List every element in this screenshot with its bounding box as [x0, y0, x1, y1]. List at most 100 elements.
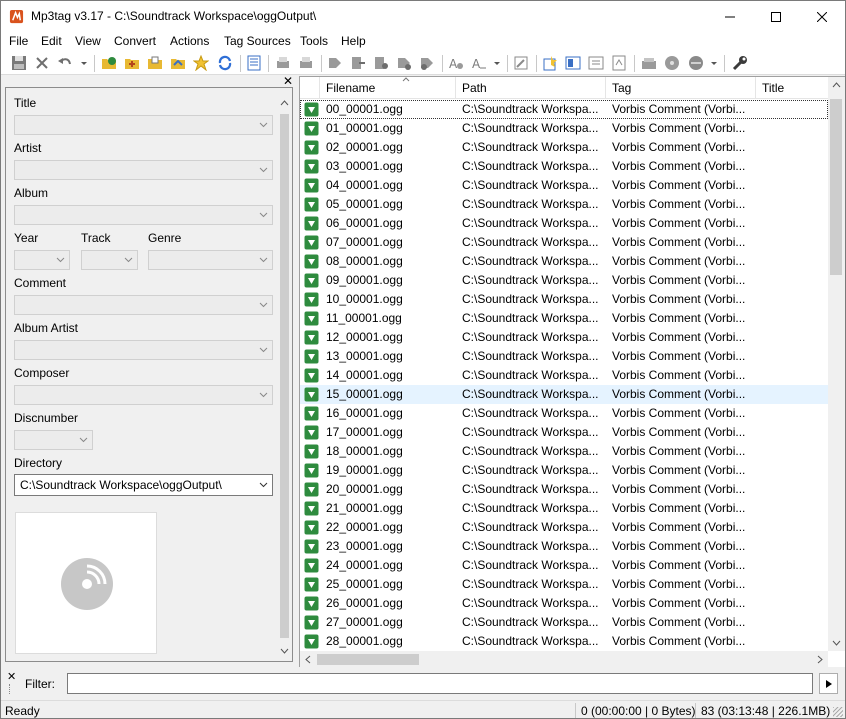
discnumber-field[interactable]	[14, 430, 93, 450]
table-row[interactable]: 22_00001.ogg C:\Soundtrack Workspa... Vorb…	[300, 518, 828, 537]
scroll-left-icon[interactable]	[300, 651, 317, 668]
table-row[interactable]: 02_00001.ogg C:\Soundtrack Workspa... Vorb…	[300, 138, 828, 157]
table-row[interactable]: 12_00001.ogg C:\Soundtrack Workspa... Vorb…	[300, 328, 828, 347]
remove-tag-icon[interactable]	[34, 55, 50, 71]
musicbrainz-icon[interactable]	[664, 55, 680, 71]
undo-icon[interactable]	[57, 55, 73, 71]
change-directory-icon[interactable]	[101, 55, 117, 71]
vertical-scroll-thumb[interactable]	[830, 99, 842, 275]
actions-icon[interactable]: A	[448, 55, 464, 71]
menu-view[interactable]: View	[75, 34, 101, 48]
header-tag[interactable]: Tag	[606, 77, 756, 99]
directory-field[interactable]: C:\Soundtrack Workspace\oggOutput\	[14, 474, 273, 496]
favorites-icon[interactable]	[193, 55, 209, 71]
scroll-down-icon[interactable]	[828, 634, 845, 651]
table-row[interactable]: 28_00001.ogg C:\Soundtrack Workspa... Vorb…	[300, 632, 828, 651]
table-row[interactable]: 09_00001.ogg C:\Soundtrack Workspa... Vorb…	[300, 271, 828, 290]
tag-to-filename-icon[interactable]	[327, 55, 343, 71]
table-row[interactable]: 17_00001.ogg C:\Soundtrack Workspa... Vorb…	[300, 423, 828, 442]
close-button[interactable]	[799, 1, 845, 32]
export-icon[interactable]	[542, 55, 558, 71]
close-filter-icon[interactable]: ✕	[7, 670, 16, 683]
tag-panel-scroll-thumb[interactable]	[280, 114, 289, 638]
tag-sources-icon[interactable]	[688, 55, 704, 71]
title-bar[interactable]: Mp3tag v3.17 - C:\Soundtrack Workspace\o…	[1, 1, 845, 32]
apply-filter-button[interactable]	[819, 673, 838, 694]
header-filename[interactable]: Filename	[320, 77, 456, 99]
menu-help[interactable]: Help	[341, 34, 366, 48]
horizontal-scroll-thumb[interactable]	[317, 654, 419, 665]
table-row[interactable]: 26_00001.ogg C:\Soundtrack Workspa... Vorb…	[300, 594, 828, 613]
table-row[interactable]: 06_00001.ogg C:\Soundtrack Workspa... Vorb…	[300, 214, 828, 233]
table-row[interactable]: 15_00001.ogg C:\Soundtrack Workspa... Vorb…	[300, 385, 828, 404]
close-panel-icon[interactable]: ✕	[283, 75, 293, 87]
composer-field[interactable]	[14, 385, 273, 405]
header-title[interactable]: Title	[756, 77, 828, 99]
track-field[interactable]	[81, 250, 138, 270]
table-row[interactable]: 00_00001.ogg C:\Soundtrack Workspa... Vorb…	[300, 100, 828, 119]
table-row[interactable]: 21_00001.ogg C:\Soundtrack Workspa... Vorb…	[300, 499, 828, 518]
menu-edit[interactable]: Edit	[41, 34, 62, 48]
table-row[interactable]: 13_00001.ogg C:\Soundtrack Workspa... Vorb…	[300, 347, 828, 366]
text-file-to-tag-icon[interactable]	[419, 55, 435, 71]
header-path[interactable]: Path	[456, 77, 606, 99]
autonumber-icon[interactable]	[513, 55, 529, 71]
table-row[interactable]: 08_00001.ogg C:\Soundtrack Workspa... Vorb…	[300, 252, 828, 271]
table-row[interactable]: 18_00001.ogg C:\Soundtrack Workspa... Vorb…	[300, 442, 828, 461]
resize-grip-icon[interactable]	[833, 707, 843, 717]
table-row[interactable]: 24_00001.ogg C:\Soundtrack Workspa... Vorb…	[300, 556, 828, 575]
table-row[interactable]: 23_00001.ogg C:\Soundtrack Workspa... Vorb…	[300, 537, 828, 556]
table-row[interactable]: 01_00001.ogg C:\Soundtrack Workspa... Vorb…	[300, 119, 828, 138]
table-row[interactable]: 27_00001.ogg C:\Soundtrack Workspa... Vorb…	[300, 613, 828, 632]
refresh-icon[interactable]	[217, 55, 233, 71]
tag-panel-icon[interactable]	[246, 55, 262, 71]
file-list-horizontal-scrollbar[interactable]	[300, 651, 828, 668]
table-row[interactable]: 20_00001.ogg C:\Soundtrack Workspa... Vorb…	[300, 480, 828, 499]
batch-icon[interactable]	[588, 55, 604, 71]
save-playlist-icon[interactable]	[170, 55, 186, 71]
scroll-up-icon[interactable]	[828, 77, 845, 94]
minimize-button[interactable]	[707, 1, 753, 32]
cover-art[interactable]	[15, 512, 157, 654]
genre-field[interactable]	[148, 250, 273, 270]
print-preview-icon[interactable]	[298, 55, 314, 71]
filename-to-filename-icon[interactable]	[373, 55, 389, 71]
table-row[interactable]: 04_00001.ogg C:\Soundtrack Workspa... Vorb…	[300, 176, 828, 195]
scroll-down-icon[interactable]	[277, 644, 292, 658]
year-field[interactable]	[14, 250, 70, 270]
table-row[interactable]: 11_00001.ogg C:\Soundtrack Workspa... Vorb…	[300, 309, 828, 328]
filename-to-tag-icon[interactable]	[350, 55, 366, 71]
grip-icon[interactable]	[9, 684, 12, 694]
file-list-vertical-scrollbar[interactable]	[828, 77, 845, 651]
maximize-button[interactable]	[753, 1, 799, 32]
tag-to-tag-icon[interactable]	[396, 55, 412, 71]
print-icon[interactable]	[275, 55, 291, 71]
table-row[interactable]: 03_00001.ogg C:\Soundtrack Workspa... Vorb…	[300, 157, 828, 176]
options-icon[interactable]	[732, 55, 748, 71]
header-icon-column[interactable]	[300, 77, 320, 99]
table-row[interactable]: 14_00001.ogg C:\Soundtrack Workspa... Vorb…	[300, 366, 828, 385]
table-row[interactable]: 07_00001.ogg C:\Soundtrack Workspa... Vorb…	[300, 233, 828, 252]
artist-field[interactable]	[14, 160, 273, 180]
menu-convert[interactable]: Convert	[114, 34, 156, 48]
save-icon[interactable]	[11, 55, 27, 71]
menu-tools[interactable]: Tools	[300, 34, 328, 48]
tag-panel-scrollbar[interactable]	[277, 96, 292, 661]
actions-quick-icon[interactable]: A	[471, 55, 487, 71]
album-artist-field[interactable]	[14, 340, 273, 360]
menu-file[interactable]: File	[9, 34, 28, 48]
scroll-right-icon[interactable]	[811, 651, 828, 668]
freedb-icon[interactable]	[641, 55, 657, 71]
dropdown-icon[interactable]	[492, 55, 502, 71]
dropdown-icon[interactable]	[79, 55, 89, 71]
album-field[interactable]	[14, 205, 273, 225]
dropdown-icon[interactable]	[709, 55, 719, 71]
scroll-up-icon[interactable]	[277, 96, 292, 110]
menu-actions[interactable]: Actions	[170, 34, 209, 48]
table-row[interactable]: 19_00001.ogg C:\Soundtrack Workspa... Vorb…	[300, 461, 828, 480]
comment-field[interactable]	[14, 295, 273, 315]
table-row[interactable]: 05_00001.ogg C:\Soundtrack Workspa... Vorb…	[300, 195, 828, 214]
table-row[interactable]: 25_00001.ogg C:\Soundtrack Workspa... Vorb…	[300, 575, 828, 594]
table-row[interactable]: 16_00001.ogg C:\Soundtrack Workspa... Vorb…	[300, 404, 828, 423]
convert-icon[interactable]	[611, 55, 627, 71]
